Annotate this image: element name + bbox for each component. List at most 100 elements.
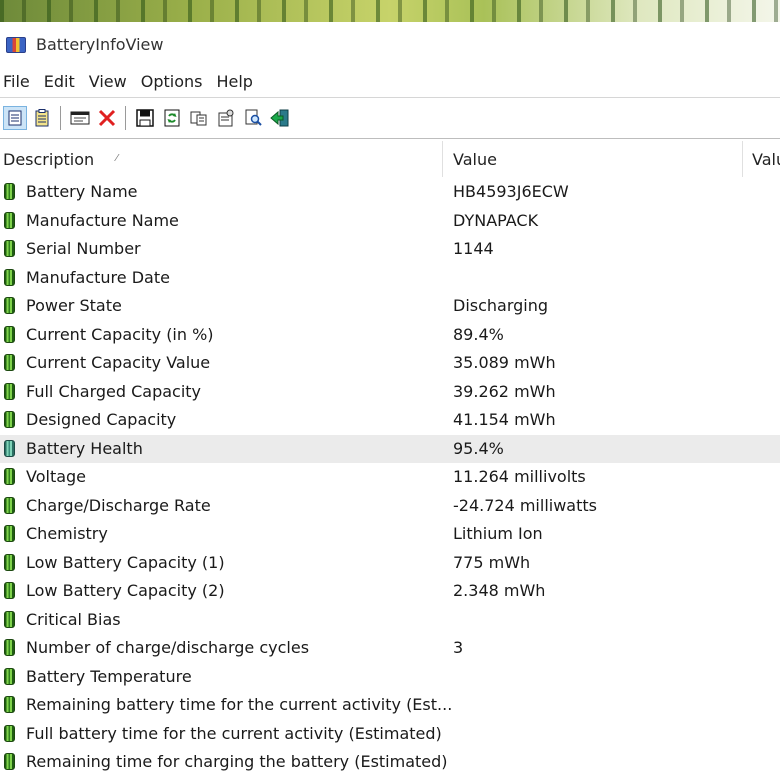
delete-icon[interactable] xyxy=(95,106,119,130)
list-row[interactable]: Designed Capacity 41.154 mWh xyxy=(0,406,780,435)
menu-bar: File Edit View Options Help xyxy=(0,67,780,96)
list-row[interactable]: Manufacture Name DYNAPACK xyxy=(0,207,780,236)
battery-icon xyxy=(4,696,15,713)
row-value: -24.724 milliwatts xyxy=(453,495,597,515)
column-header-value[interactable]: Value xyxy=(453,150,497,169)
list-header: Description ⁄ Value Valu xyxy=(0,141,780,177)
sort-indicator-icon: ⁄ xyxy=(116,153,118,164)
battery-icon xyxy=(4,753,15,770)
desktop-wallpaper xyxy=(0,0,780,22)
title-bar: BatteryInfoView xyxy=(0,22,780,67)
menu-edit[interactable]: Edit xyxy=(41,72,83,91)
row-value: 3 xyxy=(453,638,464,657)
save-icon[interactable] xyxy=(133,106,157,130)
row-description: Serial Number xyxy=(26,239,141,258)
battery-icon xyxy=(4,639,15,656)
row-value: Lithium Ion xyxy=(453,524,543,543)
row-value: 41.154 mWh xyxy=(453,410,556,429)
toolbar xyxy=(0,97,780,139)
toolbar-separator xyxy=(60,106,61,130)
list-row[interactable]: Full battery time for the current activi… xyxy=(0,720,780,749)
row-description: Remaining battery time for the current a… xyxy=(26,695,453,714)
row-value: 11.264 millivolts xyxy=(453,467,586,486)
battery-icon xyxy=(4,411,15,428)
battery-icon xyxy=(4,496,15,514)
list-row[interactable]: Full Charged Capacity 39.262 mWh xyxy=(0,378,780,407)
column-header-description[interactable]: Description xyxy=(3,150,94,169)
column-divider[interactable] xyxy=(742,141,743,177)
row-description: Critical Bias xyxy=(26,609,121,629)
row-description: Full Charged Capacity xyxy=(26,381,202,401)
refresh-icon[interactable] xyxy=(160,106,184,130)
row-value: 775 mWh xyxy=(453,552,531,572)
row-description: Number of charge/discharge cycles xyxy=(26,638,310,657)
options-icon[interactable] xyxy=(214,106,238,130)
list-row[interactable]: Remaining battery time for the current a… xyxy=(0,691,780,720)
row-description: Power State xyxy=(26,296,122,315)
row-description: Chemistry xyxy=(26,524,108,543)
battery-info-list: Battery Name HB4593J6ECW Manufacture Name… xyxy=(0,178,780,777)
list-row-selected[interactable]: Battery Health 95.4% xyxy=(0,434,780,463)
menu-view[interactable]: View xyxy=(86,72,135,91)
row-description: Voltage xyxy=(26,467,87,486)
list-row[interactable]: Battery Name HB4593J6ECW xyxy=(0,178,780,207)
list-row[interactable]: Low Battery Capacity (2) 2.348 mWh xyxy=(0,577,780,606)
battery-icon xyxy=(4,354,15,371)
battery-icon xyxy=(4,240,15,257)
list-row[interactable]: Low Battery Capacity (1) 775 mWh xyxy=(0,549,780,578)
battery-icon xyxy=(4,667,15,685)
list-row[interactable]: Charge/Discharge Rate -24.724 milliwatts xyxy=(0,492,780,521)
column-divider[interactable] xyxy=(442,141,443,177)
column-header-value-2[interactable]: Valu xyxy=(752,150,780,169)
battery-icon xyxy=(4,211,15,229)
basic-info-icon[interactable] xyxy=(3,106,27,130)
battery-icon xyxy=(4,268,15,286)
row-value: 35.089 mWh xyxy=(453,353,556,372)
menu-options[interactable]: Options xyxy=(138,72,211,91)
battery-icon xyxy=(4,468,15,485)
row-value: Discharging xyxy=(453,296,549,315)
row-description: Battery Name xyxy=(26,182,138,201)
row-description: Current Capacity Value xyxy=(26,353,211,372)
row-value: DYNAPACK xyxy=(453,210,539,230)
row-value: 89.4% xyxy=(453,324,504,344)
row-description: Remaining time for charging the battery … xyxy=(26,752,448,771)
row-description: Low Battery Capacity (1) xyxy=(26,552,225,572)
row-description: Manufacture Name xyxy=(26,210,179,230)
list-row[interactable]: Chemistry Lithium Ion xyxy=(0,520,780,549)
battery-icon xyxy=(4,610,15,628)
list-row[interactable]: Remaining time for charging the battery … xyxy=(0,748,780,777)
row-description: Full battery time for the current activi… xyxy=(26,723,442,743)
row-description: Battery Temperature xyxy=(26,666,192,686)
row-value: HB4593J6ECW xyxy=(453,182,569,201)
list-row[interactable]: Serial Number 1144 xyxy=(0,235,780,264)
row-value: 39.262 mWh xyxy=(453,381,556,401)
list-row[interactable]: Voltage 11.264 millivolts xyxy=(0,463,780,492)
find-icon[interactable] xyxy=(241,106,265,130)
list-row[interactable]: Manufacture Date xyxy=(0,264,780,293)
list-row[interactable]: Number of charge/discharge cycles 3 xyxy=(0,634,780,663)
app-icon xyxy=(6,36,26,53)
row-description: Designed Capacity xyxy=(26,410,177,429)
window-title: BatteryInfoView xyxy=(36,35,164,54)
list-row[interactable]: Critical Bias xyxy=(0,606,780,635)
list-row[interactable]: Current Capacity (in %) 89.4% xyxy=(0,321,780,350)
list-row[interactable]: Power State Discharging xyxy=(0,292,780,321)
row-value: 1144 xyxy=(453,239,494,258)
row-value: 95.4% xyxy=(453,438,504,458)
menu-file[interactable]: File xyxy=(0,72,38,91)
exit-icon[interactable] xyxy=(268,106,292,130)
row-description: Low Battery Capacity (2) xyxy=(26,581,225,600)
row-description: Charge/Discharge Rate xyxy=(26,495,211,515)
menu-help[interactable]: Help xyxy=(213,72,260,91)
battery-icon xyxy=(4,439,15,457)
toolbar-separator xyxy=(125,106,126,130)
properties-window-icon[interactable] xyxy=(68,106,92,130)
list-row[interactable]: Current Capacity Value 35.089 mWh xyxy=(0,349,780,378)
advanced-info-icon[interactable] xyxy=(30,106,54,130)
battery-icon xyxy=(4,382,15,400)
list-row[interactable]: Battery Temperature xyxy=(0,663,780,692)
battery-icon xyxy=(4,525,15,542)
copy-icon[interactable] xyxy=(187,106,211,130)
battery-icon xyxy=(4,183,15,200)
